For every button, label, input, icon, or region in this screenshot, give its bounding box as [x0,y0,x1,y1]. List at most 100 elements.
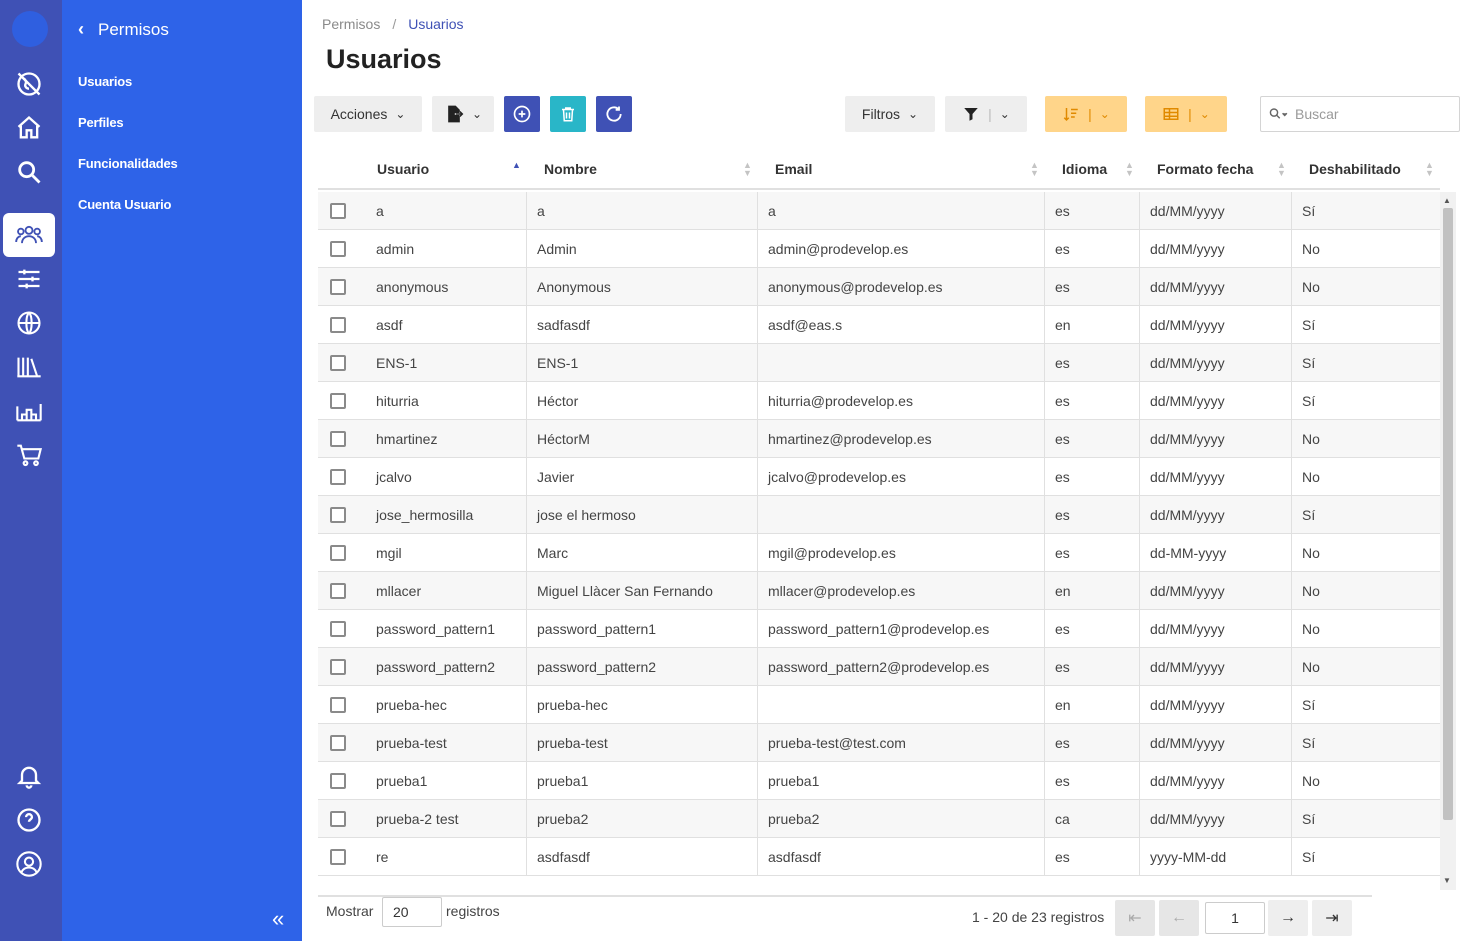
table-row[interactable]: asdf sadfasdf asdf@eas.s en dd/MM/yyyy Sí [318,306,1440,344]
table-row[interactable]: jose_hermosilla jose el hermoso es dd/MM/yy… [318,496,1440,534]
search-icon[interactable] [1269,107,1289,121]
export-dropdown-button[interactable]: ⌄ [432,96,494,132]
table-row[interactable]: mllacer Miguel Llàcer San Fernando mllacer… [318,572,1440,610]
table-row[interactable]: anonymous Anonymous anonymous@prodevelop.e… [318,268,1440,306]
table-row[interactable]: prueba-2 test prueba2 prueba2 ca dd/MM/yyyy S… [318,800,1440,838]
add-button[interactable] [504,96,540,132]
row-checkbox[interactable] [330,203,346,219]
last-page-icon[interactable]: ⇥ [1312,900,1352,936]
row-checkbox[interactable] [330,849,346,865]
sort-icon[interactable]: ▲ ▼ [1125,161,1134,178]
table-row[interactable]: password_pattern2 password_pattern2 passwo… [318,648,1440,686]
row-checkbox[interactable] [330,735,346,751]
row-checkbox[interactable] [330,545,346,561]
row-checkbox[interactable] [330,241,346,257]
row-checkbox[interactable] [330,431,346,447]
table-row[interactable]: ENS-1 ENS-1 es dd/MM/yyyy Sí [318,344,1440,382]
chevron-left-icon[interactable]: ‹ [78,19,84,40]
columns-button[interactable]: | ⌄ [1145,96,1227,132]
search-input[interactable] [1295,106,1445,122]
row-checkbox[interactable] [330,317,346,333]
row-checkbox[interactable] [330,659,346,675]
row-checkbox[interactable] [330,279,346,295]
help-icon[interactable] [0,800,58,840]
table-row[interactable]: prueba-test prueba-test prueba-test@test.c… [318,724,1440,762]
previous-page-icon[interactable]: ← [1159,900,1199,936]
cell-usuario: prueba1 [376,772,428,789]
row-checkbox[interactable] [330,697,346,713]
cart-icon[interactable] [0,435,58,475]
actions-dropdown-button[interactable]: Acciones ⌄ [314,96,422,132]
cell-email: jcalvo@prodevelop.es [757,458,1044,495]
table-row[interactable]: mgil Marc mgil@prodevelop.es es dd-MM-yyyy No [318,534,1440,572]
table-row[interactable]: prueba1 prueba1 prueba1 es dd/MM/yyyy No [318,762,1440,800]
globe-icon[interactable] [0,303,58,343]
user-circle-icon[interactable] [0,844,58,884]
row-checkbox[interactable] [330,621,346,637]
filters-dropdown-button[interactable]: Filtros ⌄ [845,96,935,132]
row-checkbox[interactable] [330,811,346,827]
row-checkbox[interactable] [330,393,346,409]
next-page-icon[interactable]: → [1268,900,1308,936]
users-icon[interactable] [3,213,55,257]
row-checkbox[interactable] [330,773,346,789]
column-header-usuario[interactable]: Usuario [377,150,429,188]
table-row[interactable]: a a a es dd/MM/yyyy Sí [318,192,1440,230]
table-row[interactable]: jcalvo Javier jcalvo@prodevelop.es es dd/MM/… [318,458,1440,496]
table-row[interactable]: hiturria Héctor hiturria@prodevelop.es es dd… [318,382,1440,420]
menu-item-cuenta-usuario[interactable]: Cuenta Usuario [78,197,171,212]
column-header-nombre[interactable]: Nombre [544,150,597,188]
per-page-input[interactable]: 20 [382,897,442,927]
horizontal-scrollbar[interactable] [318,895,1372,897]
page-number-input[interactable]: 1 [1205,902,1265,934]
cell-formato-fecha: dd/MM/yyyy [1139,268,1291,305]
vertical-scrollbar[interactable]: ▲ ▼ [1440,192,1456,890]
menu-item-perfiles[interactable]: Perfiles [78,115,124,130]
menu-item-usuarios[interactable]: Usuarios [78,74,132,89]
table-row[interactable]: admin Admin admin@prodevelop.es es dd/MM/yyy… [318,230,1440,268]
sort-icon[interactable]: ▲ ▼ [1277,161,1286,178]
bell-icon[interactable] [0,756,58,796]
world-off-icon[interactable] [0,64,58,104]
cell-deshabilitado: Sí [1291,192,1440,229]
chevron-down-icon[interactable]: ⌄ [1200,107,1210,121]
chevron-down-icon[interactable]: ⌄ [1000,107,1010,121]
table-row[interactable]: hmartinez HéctorM hmartinez@prodevelop.es e… [318,420,1440,458]
sort-icon[interactable]: ▲ ▼ [743,161,752,178]
row-checkbox[interactable] [330,355,346,371]
row-checkbox[interactable] [330,507,346,523]
library-icon[interactable] [0,347,58,387]
row-checkbox[interactable] [330,469,346,485]
double-chevron-left-icon[interactable]: « [272,906,284,932]
scroll-up-arrow-icon[interactable]: ▲ [1443,196,1451,205]
row-checkbox[interactable] [330,583,346,599]
sort-icon[interactable]: ▲ ▼ [1425,161,1434,178]
delete-button[interactable] [550,96,586,132]
column-header-idioma[interactable]: Idioma [1062,150,1107,188]
chevron-down-icon[interactable]: ⌄ [1100,107,1110,121]
first-page-icon[interactable]: ⇤ [1115,900,1155,936]
search-icon[interactable] [0,152,58,192]
table-row[interactable]: password_pattern1 password_pattern1 passwo… [318,610,1440,648]
sliders-icon[interactable] [0,259,58,299]
column-header-formato-fecha[interactable]: Formato fecha [1157,150,1253,188]
sort-button[interactable]: | ⌄ [1045,96,1127,132]
column-header-deshabilitado[interactable]: Deshabilitado [1309,150,1401,188]
sort-ascending-icon[interactable]: ▲ [512,161,521,170]
table-row[interactable]: prueba-hec prueba-hec en dd/MM/yyyy Sí [318,686,1440,724]
breadcrumb-parent[interactable]: Permisos [322,16,380,32]
app-logo[interactable] [12,11,48,47]
table-row[interactable]: re asdfasdf asdfasdf es yyyy-MM-dd Sí [318,838,1440,876]
menu-item-funcionalidades[interactable]: Funcionalidades [78,156,178,171]
home-icon[interactable] [0,108,58,148]
column-header-email[interactable]: Email [775,150,812,188]
scroll-down-arrow-icon[interactable]: ▼ [1443,876,1451,885]
filter-button[interactable]: | ⌄ [945,96,1027,132]
warehouse-icon[interactable] [0,391,58,431]
sort-icon[interactable]: ▲ ▼ [1030,161,1039,178]
refresh-button[interactable] [596,96,632,132]
scrollbar-thumb[interactable] [1443,208,1453,820]
table-icon [1163,108,1179,120]
cell-nombre: Miguel Llàcer San Fernando [526,572,757,609]
menu-header[interactable]: ‹ Permisos [78,19,169,40]
